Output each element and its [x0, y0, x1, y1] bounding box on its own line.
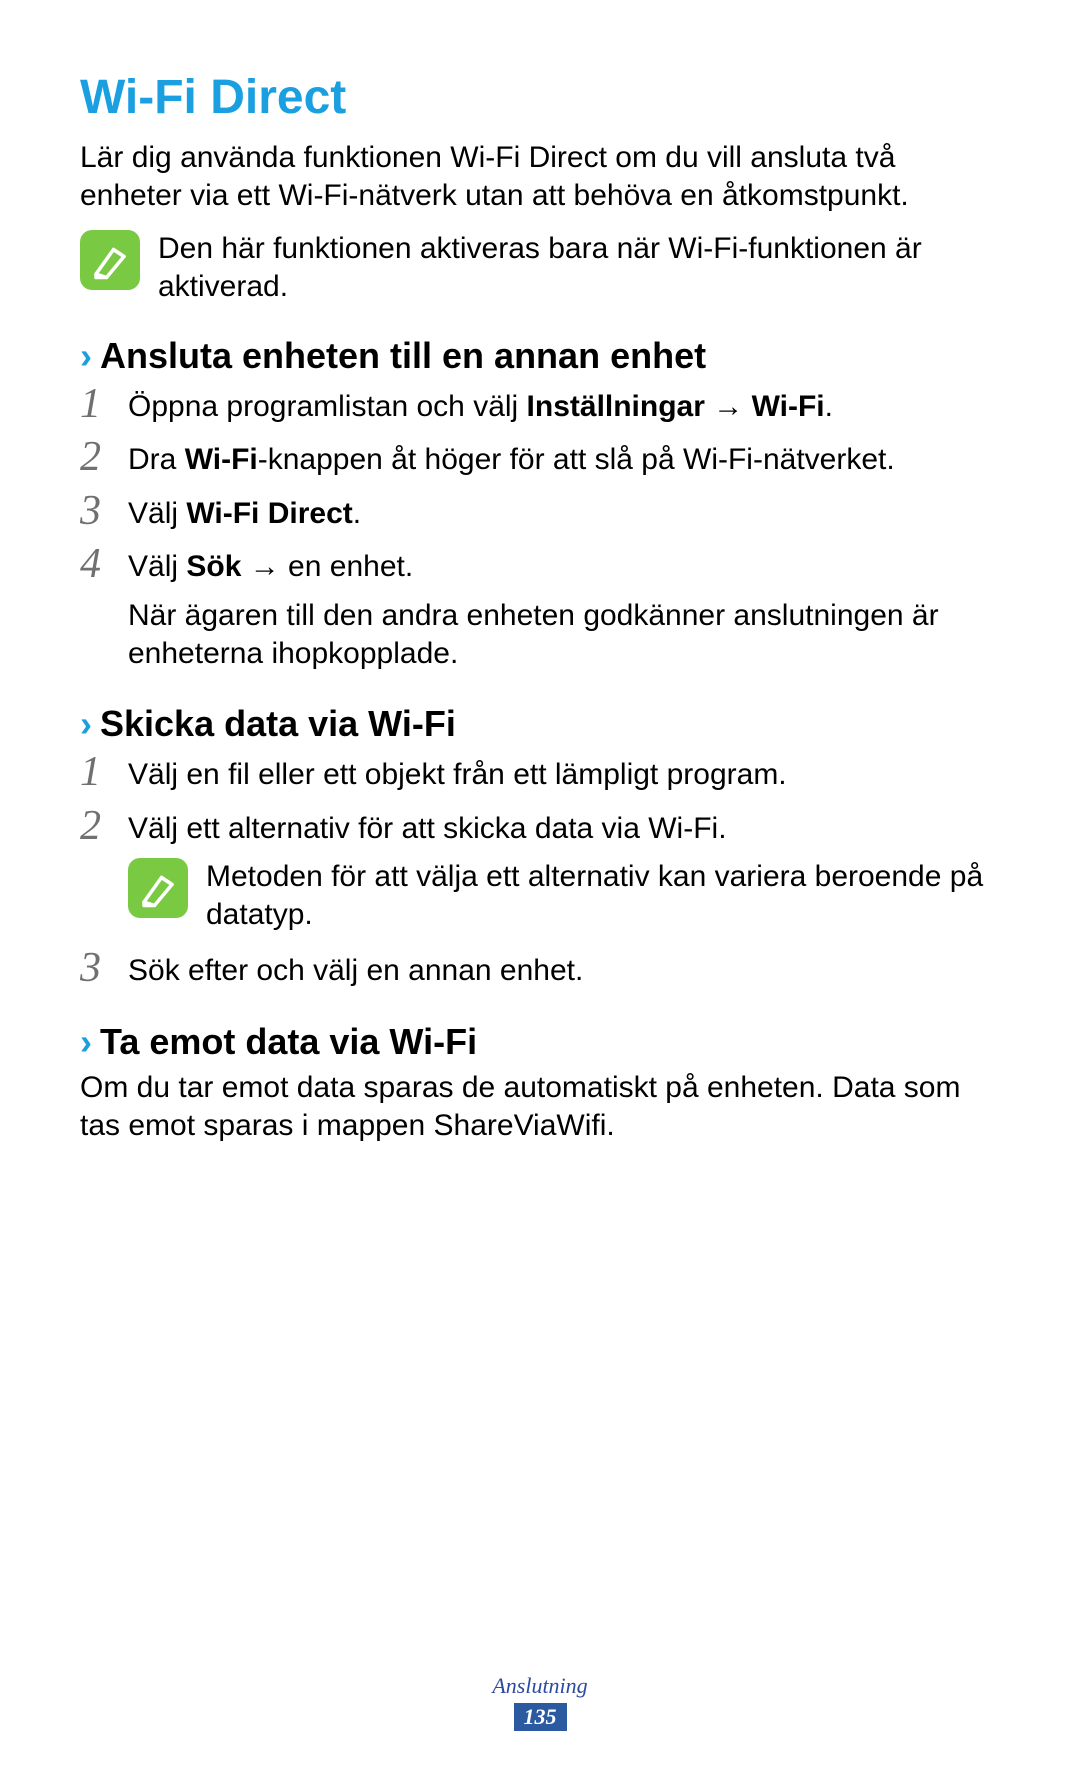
note-icon: [128, 858, 188, 918]
step-text: Dra Wi-Fi-knappen åt höger för att slå p…: [128, 436, 1000, 479]
step-text: Välj Sök → en enhet.: [128, 543, 1000, 586]
step-2: 2 Välj ett alternativ för att skicka dat…: [80, 805, 1000, 848]
manual-page: Wi-Fi Direct Lär dig använda funktionen …: [0, 0, 1080, 1145]
note-block: Den här funktionen aktiveras bara när Wi…: [80, 230, 1000, 305]
step-text: Välj ett alternativ för att skicka data …: [128, 805, 1000, 848]
note-block: Metoden för att välja ett alternativ kan…: [128, 858, 1000, 933]
subheading-receive: › Ta emot data via Wi-Fi: [80, 1021, 1000, 1063]
note-text: Metoden för att välja ett alternativ kan…: [206, 858, 1000, 933]
step-text: Välj en fil eller ett objekt från ett lä…: [128, 751, 1000, 794]
step-number: 2: [80, 436, 128, 478]
chevron-icon: ›: [80, 706, 92, 742]
step-text: Välj Wi-Fi Direct.: [128, 490, 1000, 533]
subheading-send: › Skicka data via Wi-Fi: [80, 703, 1000, 745]
subheading-connect: › Ansluta enheten till en annan enhet: [80, 335, 1000, 377]
step-1: 1 Öppna programlistan och välj Inställni…: [80, 383, 1000, 426]
step-subtext: När ägaren till den andra enheten godkän…: [128, 597, 1000, 674]
page-footer: Anslutning 135: [0, 1673, 1080, 1731]
chevron-icon: ›: [80, 338, 92, 374]
footer-section-name: Anslutning: [0, 1673, 1080, 1699]
step-number: 4: [80, 543, 128, 585]
step-number: 1: [80, 383, 128, 425]
step-number: 1: [80, 751, 128, 793]
step-number: 2: [80, 805, 128, 847]
step-1: 1 Välj en fil eller ett objekt från ett …: [80, 751, 1000, 794]
chevron-icon: ›: [80, 1024, 92, 1060]
subheading-text: Ta emot data via Wi-Fi: [100, 1021, 477, 1063]
step-2: 2 Dra Wi-Fi-knappen åt höger för att slå…: [80, 436, 1000, 479]
step-4: 4 Välj Sök → en enhet.: [80, 543, 1000, 586]
step-number: 3: [80, 490, 128, 532]
note-icon: [80, 230, 140, 290]
subheading-text: Skicka data via Wi-Fi: [100, 703, 456, 745]
step-3: 3 Sök efter och välj en annan enhet.: [80, 947, 1000, 990]
step-text: Sök efter och välj en annan enhet.: [128, 947, 1000, 990]
intro-paragraph: Lär dig använda funktionen Wi-Fi Direct …: [80, 139, 1000, 214]
step-3: 3 Välj Wi-Fi Direct.: [80, 490, 1000, 533]
page-title: Wi-Fi Direct: [80, 70, 1000, 125]
step-text: Öppna programlistan och välj Inställning…: [128, 383, 1000, 426]
step-number: 3: [80, 947, 128, 989]
page-number: 135: [514, 1703, 567, 1731]
paragraph: Om du tar emot data sparas de automatisk…: [80, 1069, 1000, 1146]
subheading-text: Ansluta enheten till en annan enhet: [100, 335, 706, 377]
note-text: Den här funktionen aktiveras bara när Wi…: [158, 230, 1000, 305]
